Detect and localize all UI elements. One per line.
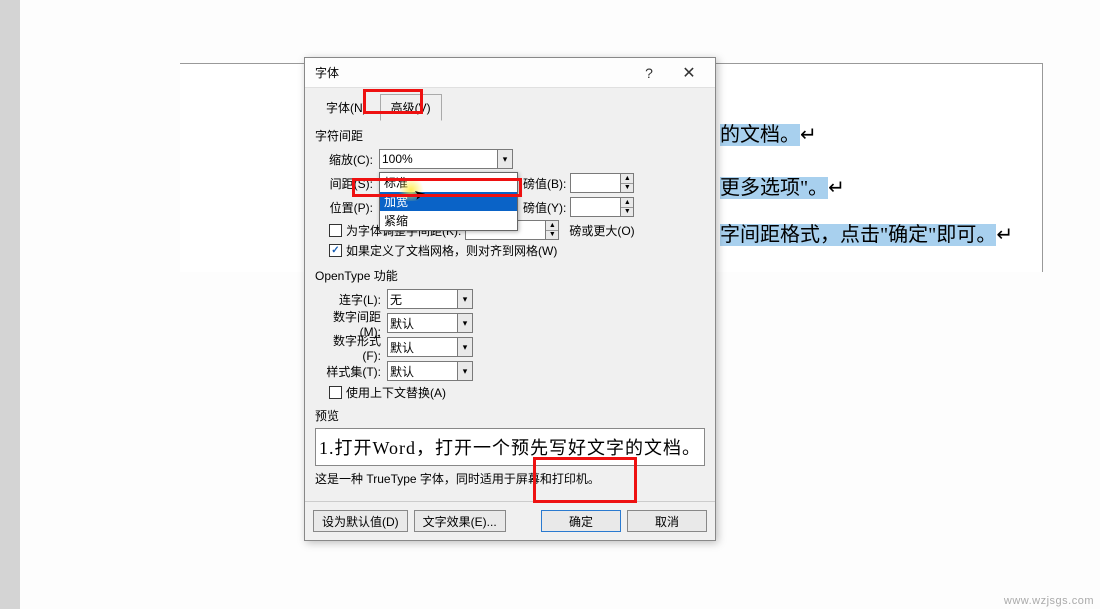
tab-font[interactable]: 字体(N) [315,94,378,121]
chevron-down-icon[interactable]: ▼ [621,208,633,217]
numspacing-combo[interactable]: ▾ [387,313,473,333]
chevron-down-icon[interactable]: ▼ [546,231,558,240]
scale-label: 缩放(C): [315,151,379,168]
spacing-label: 间距(S): [315,175,379,192]
chevron-down-icon[interactable]: ▾ [457,361,473,381]
dropdown-option[interactable]: 标准 [380,173,517,192]
chevron-down-icon[interactable]: ▾ [497,149,513,169]
tab-advanced[interactable]: 高级(V) [380,94,442,121]
dialog-titlebar[interactable]: 字体 ? ✕ [305,58,715,88]
dropdown-option[interactable]: 紧缩 [380,211,517,230]
grid-label: 如果定义了文档网格，则对齐到网格(W) [346,242,557,259]
position-pt-spinner[interactable]: ▲▼ [570,197,634,217]
preview-desc: 这是一种 TrueType 字体，同时适用于屏幕和打印机。 [315,470,705,487]
kerning-unit: 磅或更大(O) [569,222,634,239]
numforms-combo[interactable]: ▾ [387,337,473,357]
group-opentype: OpenType 功能 [315,267,705,284]
styleset-label: 样式集(T): [315,363,387,380]
scale-input[interactable] [379,149,497,169]
watermark: www.wzjsgs.com [1004,595,1094,607]
ligatures-combo[interactable]: ▾ [387,289,473,309]
chevron-down-icon[interactable]: ▾ [457,289,473,309]
chevron-down-icon[interactable]: ▾ [457,337,473,357]
position-pt-input[interactable] [570,197,620,217]
scale-combo[interactable]: ▾ [379,149,513,169]
chevron-up-icon[interactable]: ▲ [621,174,633,184]
numspacing-input[interactable] [387,313,457,333]
grid-checkbox[interactable] [329,244,342,257]
spacing-pt-spinner[interactable]: ▲▼ [570,173,634,193]
app-sidebar [0,0,20,609]
chevron-down-icon[interactable]: ▾ [457,313,473,333]
font-dialog: 字体 ? ✕ 字体(N) 高级(V) 字符间距 缩放(C): ▾ 间距(S): … [304,57,716,541]
group-char-spacing: 字符间距 [315,127,705,144]
styleset-input[interactable] [387,361,457,381]
dropdown-option[interactable]: 加宽 [380,192,517,211]
set-default-button[interactable]: 设为默认值(D) [313,510,408,532]
chevron-up-icon[interactable]: ▲ [546,221,558,231]
position-pt-label: 磅值(Y): [523,199,566,216]
ligatures-input[interactable] [387,289,457,309]
close-button[interactable]: ✕ [669,59,709,87]
numforms-label: 数字形式(F): [315,332,387,363]
spacing-pt-input[interactable] [570,173,620,193]
context-checkbox[interactable] [329,386,342,399]
group-preview: 预览 [315,407,705,424]
doc-line-1: 的文档。↵ [720,118,817,147]
kerning-checkbox[interactable] [329,224,342,237]
doc-line-2: 更多选项"。↵ [720,171,845,200]
spacing-dropdown-list[interactable]: 标准 加宽 紧缩 [379,172,518,231]
position-label: 位置(P): [315,199,379,216]
cancel-button[interactable]: 取消 [627,510,707,532]
numforms-input[interactable] [387,337,457,357]
doc-line-3: 字间距格式，点击"确定"即可。↵ [720,218,1013,247]
text-effects-button[interactable]: 文字效果(E)... [414,510,506,532]
cursor-icon: ➤ [413,185,428,204]
ligatures-label: 连字(L): [315,291,387,308]
preview-box: 1.打开Word，打开一个预先写好文字的文档。 [315,428,705,466]
chevron-up-icon[interactable]: ▲ [621,198,633,208]
ok-button[interactable]: 确定 [541,510,621,532]
spacing-pt-label: 磅值(B): [523,175,566,192]
chevron-down-icon[interactable]: ▼ [621,184,633,193]
dialog-title: 字体 [315,64,629,81]
styleset-combo[interactable]: ▾ [387,361,473,381]
help-button[interactable]: ? [629,59,669,87]
context-label: 使用上下文替换(A) [346,384,446,401]
